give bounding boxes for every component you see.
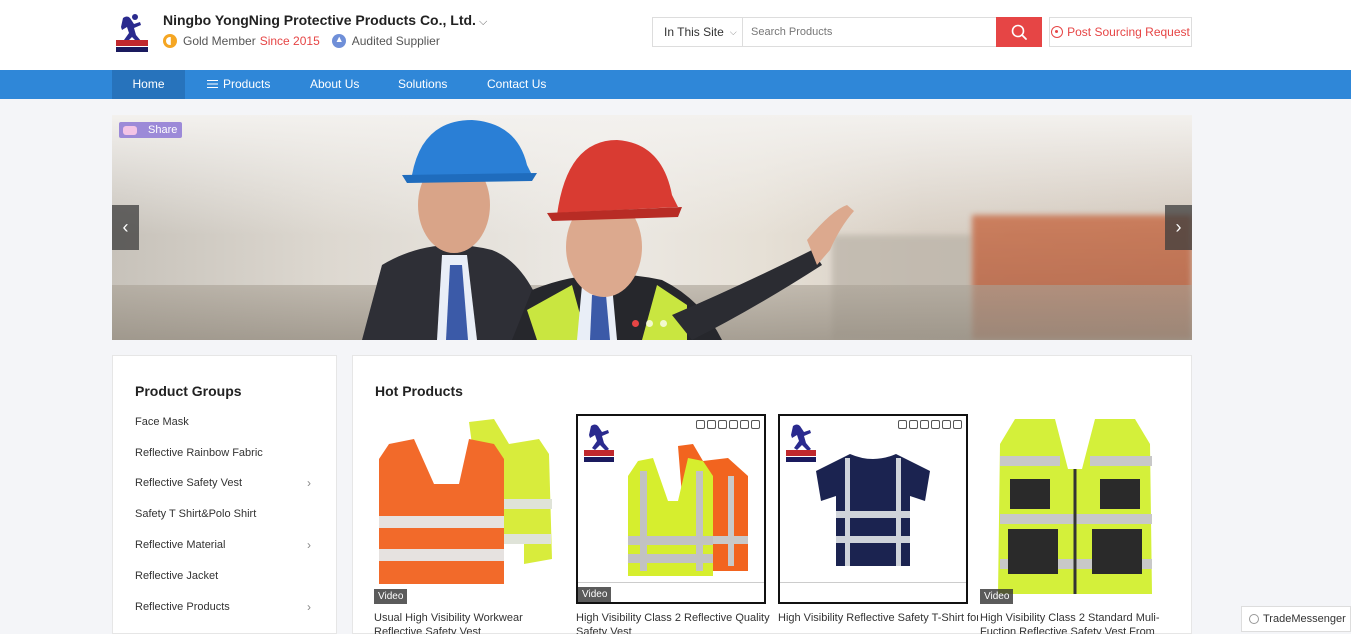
slide-dot-2[interactable]: [646, 320, 653, 327]
post-sourcing-request-button[interactable]: Post Sourcing Request: [1049, 17, 1192, 47]
video-badge[interactable]: Video: [980, 589, 1014, 604]
messenger-icon: [1249, 614, 1259, 624]
nav-solutions[interactable]: Solutions: [398, 70, 447, 99]
banner-prev-button[interactable]: ‹: [112, 205, 139, 250]
search-button[interactable]: [996, 17, 1042, 47]
site-header: Ningbo YongNing Protective Products Co.,…: [0, 0, 1351, 70]
share-button[interactable]: Share: [119, 122, 182, 138]
main-nav: Home Products About Us Solutions Contact…: [0, 70, 1351, 99]
target-icon: [1051, 26, 1064, 38]
product-image[interactable]: Video: [374, 414, 564, 604]
video-badge[interactable]: Video: [578, 587, 612, 602]
company-logo[interactable]: [113, 12, 151, 54]
product-name[interactable]: Usual High Visibility Workwear: [374, 611, 574, 625]
search-bar: In This Site ⌵: [652, 17, 1042, 47]
group-item-label: Reflective Products: [135, 601, 230, 613]
company-name[interactable]: Ningbo YongNing Protective Products Co.,…: [163, 12, 487, 29]
gold-member-icon: [163, 34, 177, 48]
slide-dots: [632, 320, 667, 327]
list-icon: [207, 79, 218, 88]
group-item-label: Reflective Safety Vest: [135, 477, 242, 489]
chevron-right-icon[interactable]: ›: [307, 476, 311, 490]
product-name[interactable]: High Visibility Reflective Safety T-Shir…: [778, 611, 978, 625]
video-badge[interactable]: Video: [374, 589, 408, 604]
trade-messenger-widget[interactable]: TradeMessenger: [1241, 606, 1351, 632]
chevron-right-icon[interactable]: ›: [307, 600, 311, 614]
company-name-text[interactable]: Ningbo YongNing Protective Products Co.,…: [163, 12, 476, 28]
vest-image: [379, 419, 552, 584]
hero-banner[interactable]: [112, 115, 1192, 340]
banner-image-workers: [362, 120, 854, 340]
chevron-right-icon[interactable]: ›: [307, 538, 311, 552]
product-groups-panel: Product Groups Face Mask Reflective Rain…: [112, 355, 337, 634]
post-sourcing-label: Post Sourcing Request: [1067, 25, 1190, 39]
group-item-reflective-safety-vest[interactable]: Reflective Safety Vest ›: [135, 476, 315, 490]
group-item-reflective-material[interactable]: Reflective Material ›: [135, 538, 315, 552]
product-name[interactable]: High Visibility Class 2 Reflective Quali…: [576, 611, 776, 625]
product-name-line2[interactable]: Fuction Reflective Safety Vest From: [980, 625, 1170, 634]
product-image[interactable]: Video: [980, 414, 1170, 604]
chevron-left-icon: ‹: [122, 217, 129, 237]
hot-products-panel: Hot Products Video Usual High Visibility…: [352, 355, 1192, 634]
chevron-down-icon[interactable]: ⌵: [479, 16, 487, 28]
nav-contact-us[interactable]: Contact Us: [487, 70, 546, 99]
banner-next-button[interactable]: ›: [1165, 205, 1192, 250]
audited-supplier-icon: [331, 34, 346, 48]
product-image[interactable]: [778, 414, 968, 604]
slide-dot-1[interactable]: [632, 320, 639, 327]
group-item-reflective-jacket[interactable]: Reflective Jacket: [135, 570, 315, 582]
group-item-label: Reflective Jacket: [135, 570, 219, 582]
nav-products[interactable]: Products: [207, 70, 270, 99]
hot-products-title: Hot Products: [375, 383, 463, 399]
trade-messenger-label: TradeMessenger: [1263, 613, 1346, 625]
member-badges: Gold Member Since 2015 Audited Supplier: [163, 34, 440, 48]
product-groups-title: Product Groups: [135, 383, 242, 399]
chevron-right-icon: ›: [1175, 217, 1182, 237]
nav-about-us[interactable]: About Us: [310, 70, 359, 99]
nav-products-label: Products: [223, 77, 271, 91]
group-item-label: Safety T Shirt&Polo Shirt: [135, 508, 257, 520]
group-item-face-mask[interactable]: Face Mask: [135, 416, 315, 428]
product-image[interactable]: Video: [576, 414, 766, 604]
search-scope-label: In This Site: [664, 25, 724, 39]
chevron-down-icon: ⌵: [729, 26, 737, 37]
group-item-label: Reflective Rainbow Fabric: [135, 447, 263, 459]
audited-supplier-label[interactable]: Audited Supplier: [352, 34, 440, 48]
vest-image: [628, 444, 748, 576]
group-item-reflective-products[interactable]: Reflective Products ›: [135, 600, 315, 614]
vest-image: [998, 419, 1152, 594]
search-icon: [1011, 24, 1027, 40]
group-item-reflective-rainbow-fabric[interactable]: Reflective Rainbow Fabric: [135, 447, 315, 459]
search-scope-select[interactable]: In This Site ⌵: [653, 18, 743, 46]
group-item-label: Face Mask: [135, 416, 189, 428]
member-since: Since 2015: [259, 34, 320, 48]
product-name-line2[interactable]: Reflective Safety Vest: [374, 625, 564, 634]
share-hand-icon: [123, 125, 137, 135]
tshirt-image: [816, 454, 930, 566]
gold-member-label: Gold Member: [183, 34, 256, 48]
image-footer-band: [780, 582, 966, 602]
group-item-safety-t-shirt[interactable]: Safety T Shirt&Polo Shirt: [135, 508, 315, 520]
slide-dot-3[interactable]: [660, 320, 667, 327]
share-label: Share: [148, 124, 178, 136]
group-item-label: Reflective Material: [135, 539, 226, 551]
product-name-line2[interactable]: Safety Vest: [576, 625, 766, 634]
nav-home[interactable]: Home: [112, 70, 185, 99]
product-name[interactable]: High Visibility Class 2 Standard Muli-: [980, 611, 1180, 625]
